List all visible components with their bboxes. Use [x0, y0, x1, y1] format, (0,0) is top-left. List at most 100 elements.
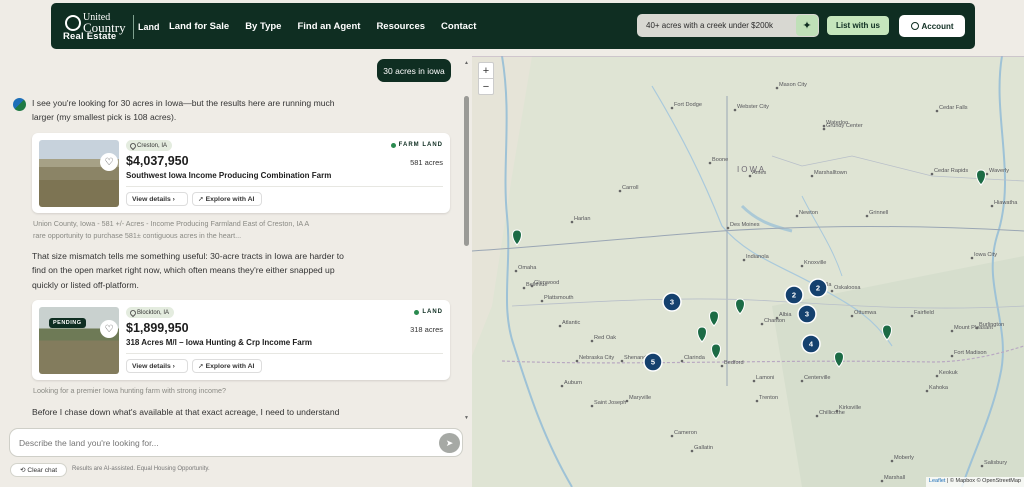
map-panel[interactable]: Fort Dodge Webster City Mason City Waterloo… — [472, 56, 1024, 487]
cluster-count: 2 — [816, 284, 820, 293]
city-dot-icon — [530, 284, 534, 288]
scrollbar-thumb[interactable] — [464, 96, 469, 246]
city-label: Clarinda — [684, 355, 706, 361]
city-dot-icon — [575, 359, 579, 363]
cluster-count: 3 — [670, 298, 674, 307]
account-label: Account — [921, 21, 954, 31]
broom-icon: ⟲ — [19, 467, 26, 474]
main-nav: Land for Sale By Type Find an Agent Reso… — [169, 3, 492, 49]
city-dot-icon — [742, 258, 746, 262]
city-dot-icon — [950, 329, 954, 333]
city-dot-icon — [752, 379, 756, 383]
map-attribution: Leaflet | © Mapbox © OpenStreetMap — [925, 477, 1024, 487]
leaflet-link[interactable]: Leaflet — [929, 478, 946, 484]
city-dot-icon — [775, 86, 779, 90]
city-dot-icon — [558, 324, 562, 328]
nav-land-for-sale[interactable]: Land for Sale — [169, 21, 229, 32]
assistant-message-outro: Before I chase down what's available at … — [32, 407, 340, 417]
favorite-heart-icon[interactable]: ♡ — [100, 320, 118, 338]
cluster-count: 3 — [805, 310, 809, 319]
city-dot-icon — [733, 108, 737, 112]
city-dot-icon — [800, 379, 804, 383]
city-label: Lamoni — [756, 375, 774, 381]
listing-photo[interactable]: ♡ — [39, 140, 119, 207]
pending-badge: PENDING — [49, 318, 86, 328]
city-label: Grinnell — [869, 210, 888, 216]
user-message-bubble: 30 acres in iowa — [377, 59, 451, 82]
top-navigation-bar: United Country Real Estate Land Land for … — [51, 3, 975, 49]
listing-photo[interactable]: PENDING ♡ — [39, 307, 119, 374]
account-button[interactable]: Account — [899, 15, 965, 37]
chat-input-box: ➤ — [9, 428, 463, 457]
chat-input[interactable] — [19, 436, 399, 450]
city-label: Webster City — [737, 104, 769, 110]
city-dot-icon — [690, 449, 694, 453]
chat-panel: 30 acres in iowa I see you're looking fo… — [0, 56, 472, 487]
send-arrow-icon: ➚ — [198, 196, 206, 203]
city-label: Centerville — [804, 375, 830, 381]
city-label: Omaha — [518, 265, 537, 271]
disclaimer-text: Results are AI-assisted. Equal Housing O… — [72, 466, 210, 472]
city-label: Atlantic — [562, 320, 581, 326]
city-dot-icon — [590, 404, 594, 408]
scroll-up-icon[interactable]: ▲ — [464, 60, 469, 66]
city-dot-icon — [822, 127, 826, 131]
location-badge: Blockton, IA — [126, 307, 175, 318]
city-label: Fort Madison — [954, 350, 987, 356]
city-dot-icon — [970, 256, 974, 260]
explore-with-ai-button[interactable]: ➚ Explore with AI — [192, 192, 262, 206]
sparkle-search-icon[interactable]: ✦ — [796, 15, 818, 36]
list-with-us-button[interactable]: List with us — [827, 16, 889, 35]
scroll-down-icon[interactable]: ▼ — [464, 415, 469, 421]
zoom-out-button[interactable]: − — [479, 79, 493, 95]
city-dot-icon — [720, 364, 724, 368]
city-label: Carroll — [622, 185, 638, 191]
city-label: Maryville — [629, 395, 651, 401]
map-canvas[interactable]: Fort Dodge Webster CityMason CityWaterloo… — [472, 56, 1024, 487]
city-dot-icon — [620, 359, 624, 363]
city-label: Hiawatha — [994, 200, 1018, 206]
map-zoom-control: + − — [478, 62, 494, 95]
view-details-button[interactable]: View details › — [126, 359, 188, 373]
clear-chat-button[interactable]: ⟲ Clear chat — [10, 463, 67, 477]
send-icon[interactable]: ➤ — [439, 433, 460, 453]
city-dot-icon — [800, 264, 804, 268]
city-label: Plattsmouth — [544, 295, 574, 301]
listing-title[interactable]: 318 Acres M/l – Iowa Hunting & Crp Incom… — [126, 338, 312, 347]
listing-card[interactable]: PENDING ♡ Blockton, IA LAND $1,899,950 3… — [32, 300, 450, 380]
assistant-message-middle: That size mismatch tells me something us… — [32, 251, 344, 290]
header-search-input[interactable]: 40+ acres with a creek under $200k — [637, 14, 819, 37]
listing-snippet: Union County, Iowa - 581 +/- Acres - Inc… — [33, 219, 309, 240]
favorite-heart-icon[interactable]: ♡ — [100, 153, 118, 171]
nav-by-type[interactable]: By Type — [245, 21, 281, 32]
city-label: Boone — [712, 157, 728, 163]
cluster-count: 5 — [651, 358, 655, 367]
city-dot-icon — [760, 322, 764, 326]
nav-resources[interactable]: Resources — [376, 21, 425, 32]
card-divider — [126, 353, 443, 354]
city-label: Salisbury — [984, 460, 1007, 466]
city-dot-icon — [590, 339, 594, 343]
city-label: Des Moines — [730, 222, 760, 228]
nav-contact[interactable]: Contact — [441, 21, 476, 32]
brand-logo[interactable]: United Country Real Estate Land — [63, 12, 160, 43]
city-label: Fort Dodge — [674, 102, 702, 108]
city-dot-icon — [850, 314, 854, 318]
city-dot-icon — [680, 359, 684, 363]
city-label: Red Oak — [594, 335, 616, 341]
logo-section-land: Land — [138, 22, 160, 32]
listing-acres: 581 acres — [410, 158, 443, 167]
chat-scrollbar[interactable]: ▲ ▼ — [463, 60, 471, 424]
explore-with-ai-button[interactable]: ➚ Explore with AI — [192, 359, 262, 373]
city-label: Kirksville — [839, 405, 861, 411]
zoom-in-button[interactable]: + — [479, 63, 493, 79]
nav-find-an-agent[interactable]: Find an Agent — [297, 21, 360, 32]
city-dot-icon — [560, 384, 564, 388]
logo-real-estate: Real Estate — [63, 31, 117, 42]
city-label: Cedar Falls — [939, 105, 968, 111]
logo-mark-icon — [65, 15, 81, 31]
view-details-button[interactable]: View details › — [126, 192, 188, 206]
city-label: Marshall — [884, 475, 905, 481]
listing-title[interactable]: Southwest Iowa Income Producing Combinat… — [126, 171, 331, 180]
listing-card[interactable]: ♡ Creston, IA FARM LAND $4,037,950 581 a… — [32, 133, 450, 213]
